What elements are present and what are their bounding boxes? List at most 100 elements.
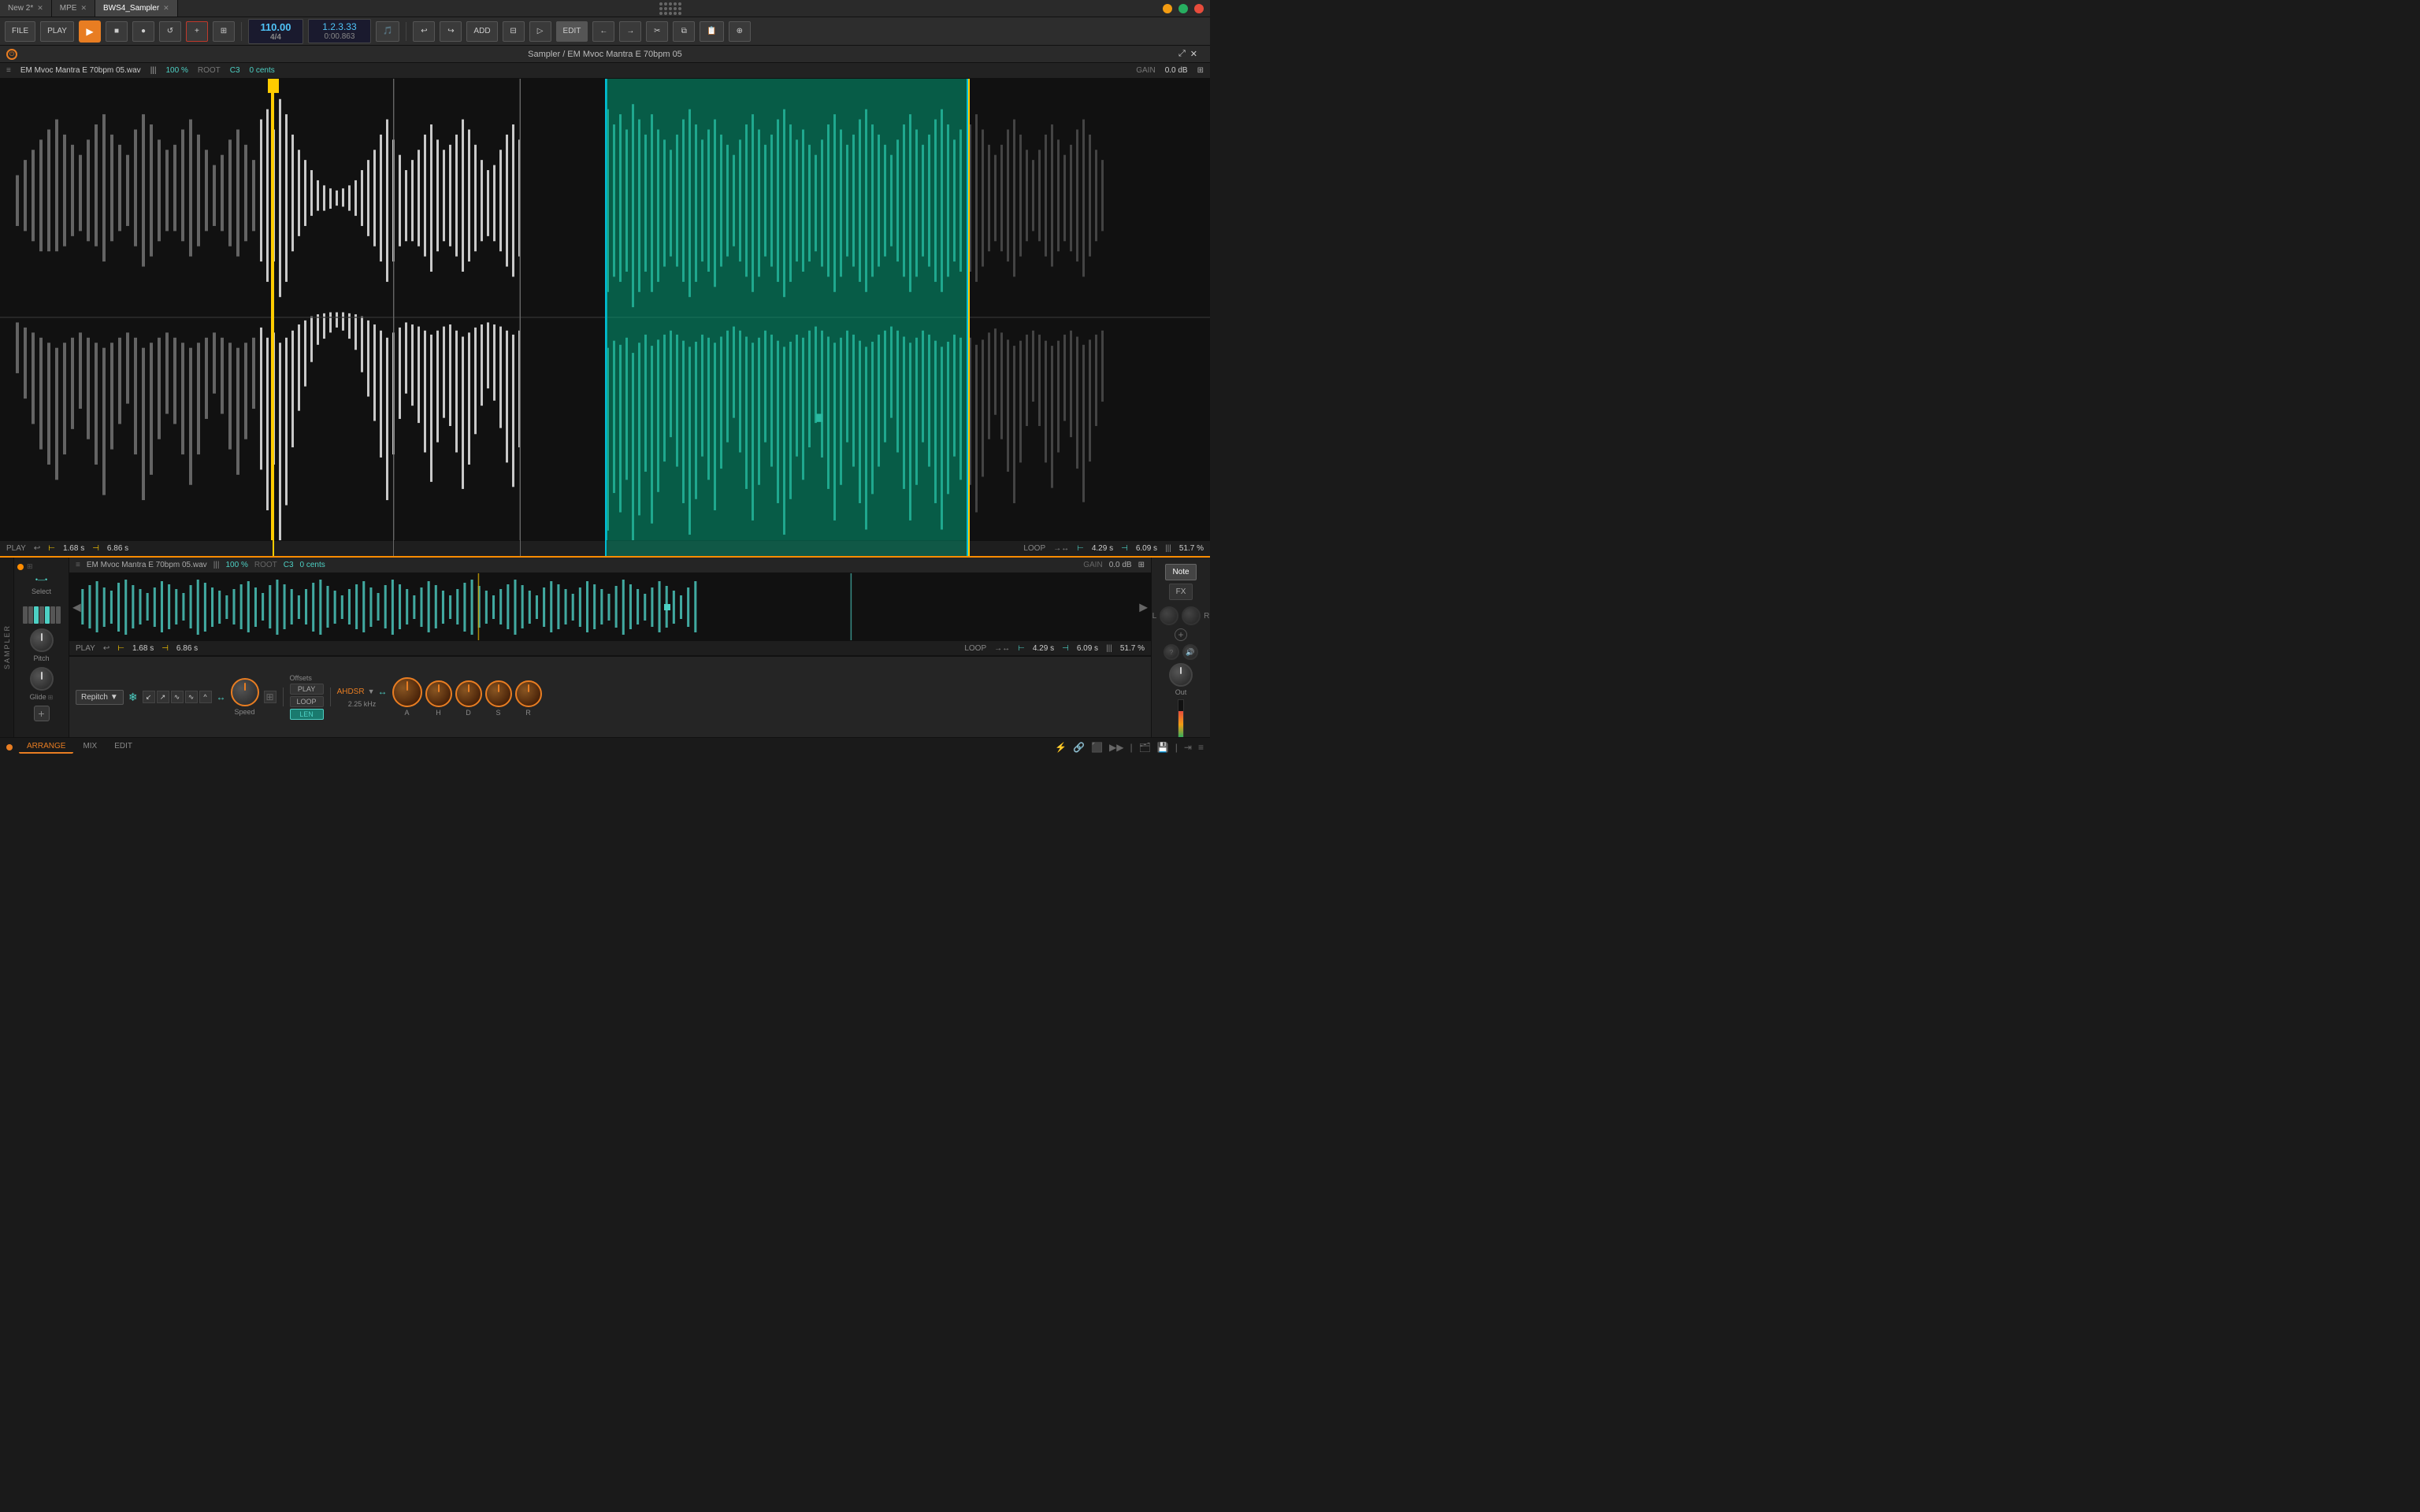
undo-button[interactable]: ↩: [413, 21, 435, 42]
sampler-power-button[interactable]: ⏻: [6, 49, 17, 60]
left-knob[interactable]: [1160, 606, 1178, 625]
formant-button[interactable]: ^: [199, 691, 212, 703]
mini-grid-icon[interactable]: ⊞: [1138, 561, 1145, 569]
repitch-chevron: ▼: [110, 693, 118, 702]
play-button[interactable]: ▶: [79, 20, 101, 43]
bottom-icon-9[interactable]: ⇥: [1184, 742, 1192, 753]
wave2-button[interactable]: ∿: [185, 691, 198, 703]
fx-button[interactable]: FX: [1169, 584, 1193, 600]
env-a-knob[interactable]: [392, 677, 422, 707]
tab-bws4[interactable]: BWS4_Sampler ✕: [95, 0, 178, 17]
offset-len-button[interactable]: LEN: [290, 709, 324, 720]
note-button[interactable]: Note: [1165, 564, 1196, 580]
waveform-next-button[interactable]: ▶: [1136, 597, 1151, 617]
expand-icon[interactable]: ⤢: [1178, 49, 1186, 59]
bottom-icon-10[interactable]: ≡: [1198, 742, 1204, 753]
edit-tab[interactable]: EDIT: [106, 740, 140, 754]
tab-new2-close[interactable]: ✕: [37, 4, 43, 13]
env-r-knob[interactable]: [515, 680, 542, 707]
waveform-prev-button[interactable]: ◀: [69, 597, 84, 617]
env-h-group: H: [425, 680, 452, 717]
redo-button[interactable]: ↪: [440, 21, 462, 42]
mix-tab[interactable]: MIX: [75, 740, 105, 754]
close-button[interactable]: [1194, 4, 1204, 13]
bottom-icon-6[interactable]: 🗂: [1139, 742, 1151, 753]
bottom-icon-7[interactable]: 💾: [1157, 742, 1169, 753]
transport-button[interactable]: ▷: [529, 21, 551, 42]
mini-gain-label: GAIN: [1083, 561, 1102, 569]
maximize-button[interactable]: [1178, 4, 1188, 13]
freeze-button[interactable]: ❄: [128, 691, 138, 704]
tab-new2[interactable]: New 2* ✕: [0, 0, 52, 17]
offset-loop-button[interactable]: LOOP: [290, 696, 324, 707]
knob-question[interactable]: ?: [1164, 644, 1179, 660]
env-h-knob[interactable]: [425, 680, 452, 707]
glide-knob[interactable]: [30, 667, 54, 691]
tempo-display[interactable]: 110.00 4/4: [248, 19, 303, 44]
tab-mpe-close[interactable]: ✕: [80, 4, 87, 13]
pitch-knob[interactable]: [30, 628, 54, 652]
copy-button[interactable]: ⧉: [673, 21, 695, 42]
add-routing-button[interactable]: +: [1175, 628, 1187, 641]
env-d-indicator: [468, 684, 470, 692]
arrange-tab[interactable]: ARRANGE: [19, 740, 73, 754]
stop-button[interactable]: ■: [106, 21, 128, 42]
pattern-button[interactable]: ⊞: [213, 21, 235, 42]
freq-label: 2.25 kHz: [337, 700, 388, 708]
right-knob[interactable]: [1182, 606, 1201, 625]
env-d-knob[interactable]: [455, 680, 482, 707]
metronome-button[interactable]: 🎵: [376, 21, 399, 42]
mini-play-label: PLAY: [76, 644, 95, 653]
add-sampler-button[interactable]: +: [34, 706, 50, 721]
bottom-icon-4[interactable]: ▶▶: [1109, 742, 1123, 753]
tab-bws4-close[interactable]: ✕: [163, 4, 169, 13]
paste-button[interactable]: 📋: [700, 21, 723, 42]
pitch-knob-group: Pitch: [30, 628, 54, 662]
back-button[interactable]: ←: [592, 21, 614, 42]
repitch-dropdown[interactable]: Repitch ▼: [76, 690, 124, 705]
add-track-button[interactable]: +: [186, 21, 208, 42]
position-display[interactable]: 1.2.3.33 0:00.863: [308, 19, 371, 43]
select-label: Select: [32, 587, 51, 595]
tab-mpe[interactable]: MPE ✕: [52, 0, 95, 17]
mini-loop-start: 4.29 s: [1033, 644, 1054, 653]
forward-button[interactable]: →: [619, 21, 641, 42]
close-sampler-icon[interactable]: ✕: [1190, 49, 1197, 59]
env-a-group: A: [392, 677, 422, 717]
window-controls: [1163, 4, 1210, 13]
mini-zoom: 100 %: [225, 561, 247, 569]
knob-speaker[interactable]: 🔊: [1182, 644, 1198, 660]
waveform-display[interactable]: PLAY ↩ ⊢ 1.68 s ⊣ 6.86 s LOOP →↔ ⊢ 4.29 …: [0, 79, 1210, 556]
minimize-button[interactable]: [1163, 4, 1172, 13]
mini-waveform[interactable]: ◀ ▶: [69, 573, 1151, 640]
duplicate-button[interactable]: ⊕: [729, 21, 751, 42]
offset-play-button[interactable]: PLAY: [290, 684, 324, 695]
bottom-right-icons: ⚡ 🔗 ⬛ ▶▶ | 🗂 💾 | ⇥ ≡: [1055, 742, 1204, 753]
loop-record-button[interactable]: ↺: [159, 21, 181, 42]
speed-knob[interactable]: [231, 678, 259, 706]
play-label-button[interactable]: PLAY: [40, 21, 74, 42]
mini-end-marker-icon: ⊣: [161, 644, 169, 653]
bottom-icon-1[interactable]: ⚡: [1055, 742, 1067, 753]
mixer-button[interactable]: ⊟: [503, 21, 525, 42]
wave-button[interactable]: ∿: [171, 691, 184, 703]
edit-button[interactable]: EDIT: [556, 21, 588, 42]
record-button[interactable]: ●: [132, 21, 154, 42]
synth-controls-row: Repitch ▼ ❄ ↙ ↗ ∿ ∿ ^ ↔: [69, 656, 1151, 737]
bottom-icon-3[interactable]: ⬛: [1091, 742, 1103, 753]
out-knob[interactable]: [1169, 663, 1193, 687]
grid-button[interactable]: ⊞: [264, 691, 277, 703]
loop-percent: 51.7 %: [1179, 544, 1204, 553]
grid-icon[interactable]: ⊞: [1197, 66, 1204, 75]
file-button[interactable]: FILE: [5, 21, 35, 42]
add-button[interactable]: ADD: [466, 21, 497, 42]
waveform-display-icon[interactable]: ↔: [217, 691, 226, 702]
bottom-icon-2[interactable]: 🔗: [1073, 742, 1085, 753]
env-d-group: D: [455, 680, 482, 717]
transpose-up-button[interactable]: ↗: [157, 691, 169, 703]
env-s-knob[interactable]: [485, 680, 512, 707]
lr-section: L R: [1152, 606, 1210, 625]
cut-button[interactable]: ✂: [646, 21, 668, 42]
orange-indicator: [17, 564, 24, 570]
transpose-down-button[interactable]: ↙: [143, 691, 155, 703]
